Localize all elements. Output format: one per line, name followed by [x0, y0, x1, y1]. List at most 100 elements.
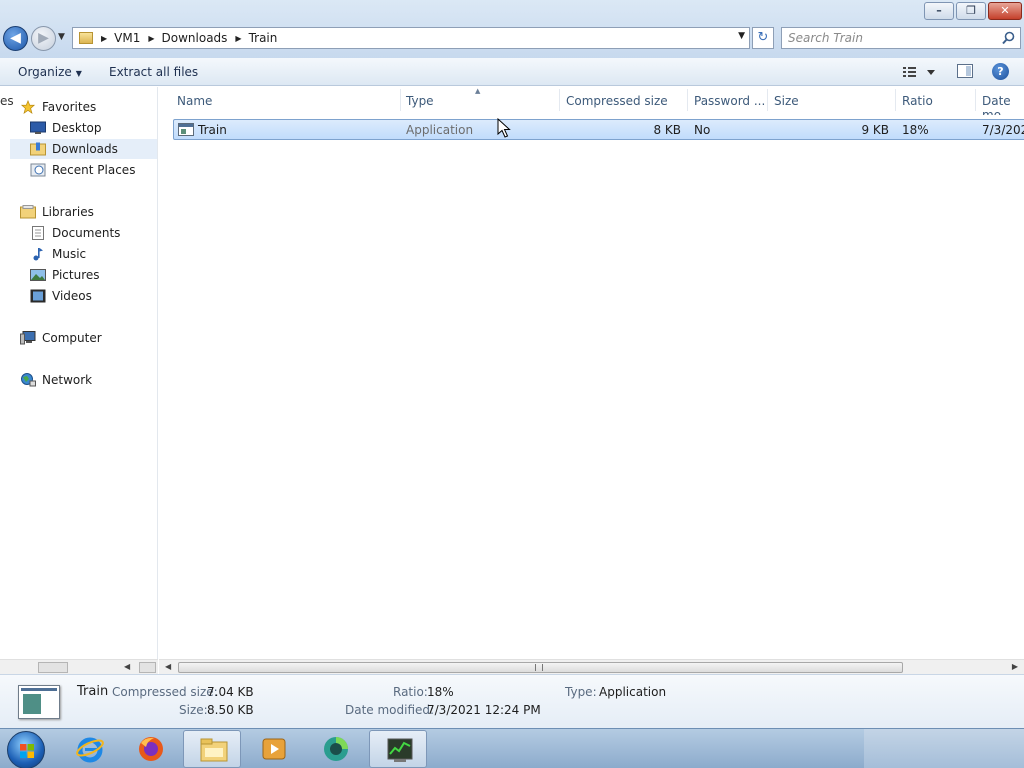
- chevron-right-icon[interactable]: ▶: [101, 34, 107, 43]
- search-box[interactable]: [781, 27, 1021, 49]
- search-icon[interactable]: [1002, 31, 1015, 45]
- scrollbar-end[interactable]: [139, 662, 156, 673]
- details-ratio-label: Ratio:: [393, 685, 428, 699]
- refresh-button[interactable]: ↻: [752, 27, 774, 49]
- firefox-icon: [139, 737, 163, 761]
- scroll-right-icon[interactable]: ◀: [124, 660, 130, 674]
- forward-button[interactable]: ▶: [31, 26, 56, 51]
- taskbar-browser[interactable]: [306, 730, 364, 768]
- scroll-left-icon[interactable]: ◀: [165, 660, 171, 674]
- taskbar-media-player[interactable]: [244, 730, 302, 768]
- scroll-right-icon[interactable]: ▶: [1012, 660, 1018, 674]
- back-button[interactable]: ◀: [3, 26, 28, 51]
- search-input[interactable]: [788, 30, 988, 46]
- details-size-label: Size:: [179, 703, 208, 717]
- task-manager-icon: [387, 738, 413, 762]
- address-bar[interactable]: ▶ VM1 ▶ Downloads ▶ Train ▼: [72, 27, 750, 49]
- nav-pictures[interactable]: Pictures: [30, 265, 100, 285]
- details-compressed-size: 7.04 KB: [207, 685, 254, 699]
- downloads-folder-icon: [30, 142, 46, 156]
- breadcrumb-vm1[interactable]: VM1: [114, 31, 140, 45]
- column-header-size[interactable]: Size: [774, 87, 896, 115]
- taskbar-internet-explorer[interactable]: [60, 730, 118, 768]
- details-pane: Train Compressed size: 7.04 KB Size: 8.5…: [0, 674, 1024, 728]
- nav-computer[interactable]: Computer: [20, 328, 102, 348]
- nav-music[interactable]: Music: [30, 244, 86, 264]
- nav-recent-places[interactable]: Recent Places: [30, 160, 135, 180]
- start-button[interactable]: [7, 731, 45, 768]
- nav-documents[interactable]: Documents: [30, 223, 120, 243]
- refresh-icon: ↻: [757, 30, 769, 45]
- nav-videos[interactable]: Videos: [30, 286, 92, 306]
- extract-all-button[interactable]: Extract all files: [109, 65, 198, 79]
- taskbar: [0, 728, 1024, 768]
- file-explorer-icon: [200, 738, 228, 762]
- details-type: Application: [599, 685, 667, 699]
- column-header-compressed-size[interactable]: Compressed size: [566, 87, 688, 115]
- navigation-horizontal-scrollbar[interactable]: ◀: [0, 659, 158, 674]
- taskbar-firefox[interactable]: [121, 730, 179, 768]
- file-name: Train: [198, 123, 227, 137]
- mouse-cursor-icon: [497, 118, 511, 138]
- column-header-password[interactable]: Password ...: [694, 87, 768, 115]
- nav-downloads[interactable]: Downloads: [10, 139, 157, 159]
- column-header-label: Ratio: [902, 94, 933, 108]
- taskbar-file-explorer[interactable]: [183, 730, 241, 768]
- chevron-right-icon[interactable]: ▶: [148, 34, 154, 43]
- nav-label: Downloads: [52, 142, 118, 156]
- organize-button[interactable]: Organize ▼: [18, 65, 82, 79]
- chevron-right-icon[interactable]: ▶: [235, 34, 241, 43]
- nav-label: Desktop: [52, 121, 102, 135]
- column-header-label: Size: [774, 94, 799, 108]
- application-thumbnail-icon: [18, 685, 60, 719]
- column-header-type[interactable]: Type: [406, 87, 560, 115]
- column-divider[interactable]: [767, 89, 768, 111]
- recent-pages-dropdown[interactable]: ▼: [58, 32, 65, 42]
- column-divider[interactable]: [400, 89, 401, 111]
- nav-label: Favorites: [42, 100, 97, 114]
- scrollbar-grip: [535, 664, 543, 671]
- nav-label: Recent Places: [52, 163, 136, 177]
- help-icon[interactable]: ?: [992, 63, 1009, 80]
- chevron-down-icon[interactable]: ▼: [738, 31, 745, 41]
- column-divider[interactable]: [975, 89, 976, 111]
- column-divider[interactable]: [559, 89, 560, 111]
- breadcrumb-downloads[interactable]: Downloads: [162, 31, 228, 45]
- internet-explorer-icon: [76, 737, 104, 763]
- column-header-ratio[interactable]: Ratio: [902, 87, 976, 115]
- taskbar-task-manager[interactable]: [369, 730, 427, 768]
- column-header-label: Password ...: [694, 94, 766, 108]
- minimize-icon: –: [936, 4, 942, 17]
- arrow-right-icon: ▶: [38, 30, 49, 46]
- nav-label: Libraries: [42, 205, 94, 219]
- change-view-icon[interactable]: [902, 65, 938, 79]
- taskbar-notification-area[interactable]: [864, 729, 1024, 768]
- pictures-icon: [30, 269, 46, 281]
- desktop-icon: [30, 121, 46, 134]
- details-date-label: Date modified:: [345, 703, 435, 717]
- nav-network[interactable]: Network: [20, 370, 92, 390]
- file-type: Application: [406, 123, 474, 137]
- nav-desktop[interactable]: Desktop: [30, 118, 102, 138]
- file-list-horizontal-scrollbar[interactable]: ◀ ▶: [159, 659, 1024, 674]
- table-row[interactable]: Train Application 8 KB No 9 KB 18% 7/3/2…: [173, 119, 1024, 140]
- scrollbar-thumb[interactable]: [38, 662, 68, 673]
- windows-logo-icon: [20, 744, 34, 758]
- videos-icon: [30, 289, 46, 303]
- breadcrumb-train[interactable]: Train: [249, 31, 278, 45]
- nav-label: Music: [52, 247, 87, 261]
- column-divider[interactable]: [895, 89, 896, 111]
- nav-label: Videos: [52, 289, 92, 303]
- nav-favorites[interactable]: Favorites: [20, 97, 96, 117]
- nav-libraries[interactable]: Libraries: [20, 202, 94, 222]
- computer-icon: [20, 331, 36, 345]
- preview-pane-icon[interactable]: [957, 64, 973, 78]
- minimize-button[interactable]: –: [924, 2, 954, 20]
- column-header-date-modified[interactable]: Date mo: [982, 87, 1024, 115]
- scrollbar-thumb[interactable]: [178, 662, 903, 673]
- column-header-name[interactable]: Name: [177, 87, 401, 115]
- column-header-label: Type: [406, 94, 434, 108]
- restore-button[interactable]: ❐: [956, 2, 986, 20]
- column-divider[interactable]: [687, 89, 688, 111]
- close-button[interactable]: ✕: [988, 2, 1022, 20]
